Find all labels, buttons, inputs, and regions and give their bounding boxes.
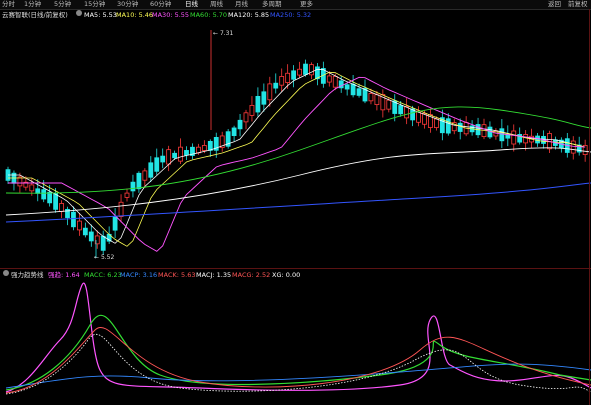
indicator-name: 强力趋势线 — [11, 271, 44, 279]
candle-body — [499, 128, 505, 142]
candle-body — [195, 146, 201, 154]
candle-body — [41, 189, 47, 200]
candle-body — [303, 63, 308, 75]
candle-body — [100, 235, 106, 251]
candle-body — [291, 70, 297, 80]
candle-body — [118, 201, 124, 217]
candle-body — [249, 104, 255, 116]
candle-body — [374, 94, 380, 106]
candle-body — [166, 149, 172, 165]
high-value: 7.31 — [219, 30, 234, 37]
candle-body — [457, 122, 463, 132]
candle-body — [136, 172, 142, 190]
candle-body — [154, 157, 160, 172]
candle-body — [279, 76, 285, 86]
candle-body — [273, 82, 279, 89]
candle-body — [255, 96, 261, 113]
candle-body — [112, 216, 118, 231]
mack-label: MACK: 5.63 — [158, 271, 196, 279]
low-marker: ← 5.52 — [94, 254, 115, 261]
qiangqu-label: 强趋: 1.64 — [48, 271, 80, 279]
candle-body — [88, 231, 94, 242]
xg-label: XG: 0.00 — [272, 271, 301, 279]
candle-body — [59, 203, 64, 212]
candle-body — [77, 220, 82, 231]
candle-body — [231, 127, 237, 136]
macp-line — [5, 363, 591, 389]
macj-label: MACJ: 1.35 — [196, 271, 232, 279]
candle-body — [160, 155, 166, 163]
candle-body — [309, 64, 314, 76]
candle-body — [511, 130, 517, 145]
kline-chart[interactable] — [0, 0, 591, 405]
candle-body — [285, 72, 291, 83]
candle-body — [201, 145, 207, 151]
macp-label: MACP: 3.16 — [120, 271, 158, 279]
candle-body — [53, 193, 58, 210]
high-marker: ← 7.31 — [213, 30, 234, 37]
candle-body — [184, 150, 189, 156]
candle-body — [35, 188, 41, 194]
candle-body — [570, 140, 576, 154]
candle-body — [535, 135, 540, 144]
indicator-settings-icon[interactable] — [3, 270, 9, 276]
candle-body — [398, 105, 404, 115]
candle-body — [237, 119, 243, 130]
macg-label: MACG: 2.52 — [232, 271, 271, 279]
candle-body — [47, 191, 53, 204]
indicator-legend: 强力趋势线 强趋: 1.64 MACC: 6.23 MACP: 3.16 MAC… — [0, 270, 591, 280]
candle-body — [332, 75, 338, 88]
candle-body — [267, 83, 273, 101]
qiangqu-line — [5, 282, 591, 393]
macc-label: MACC: 6.23 — [84, 271, 122, 279]
candle-body — [344, 84, 350, 90]
candle-body — [142, 170, 148, 181]
candle-body — [178, 146, 183, 162]
ma30-line — [8, 76, 586, 252]
candle-body — [29, 184, 35, 192]
candle-body — [386, 99, 392, 110]
candle-body — [124, 192, 130, 198]
candle-body — [368, 93, 374, 102]
ma250-line — [5, 182, 591, 223]
candle-body — [243, 112, 249, 123]
candle-body — [326, 75, 332, 83]
candle-body — [71, 211, 76, 228]
candle-body — [523, 134, 529, 144]
right-axis-line — [589, 9, 590, 405]
candle-body — [148, 162, 154, 178]
candle-body — [172, 152, 178, 159]
pane-divider[interactable] — [0, 268, 591, 269]
candle-body — [207, 141, 213, 151]
candle-body — [82, 227, 88, 236]
ma10-line — [8, 71, 586, 247]
candle-body — [297, 68, 302, 76]
candle-body — [350, 83, 356, 96]
candle-body — [356, 88, 362, 96]
low-value: 5.52 — [100, 254, 115, 261]
candle-body — [445, 118, 451, 134]
candle-body — [433, 118, 439, 129]
candle-body — [130, 181, 136, 192]
candle-body — [261, 91, 267, 105]
